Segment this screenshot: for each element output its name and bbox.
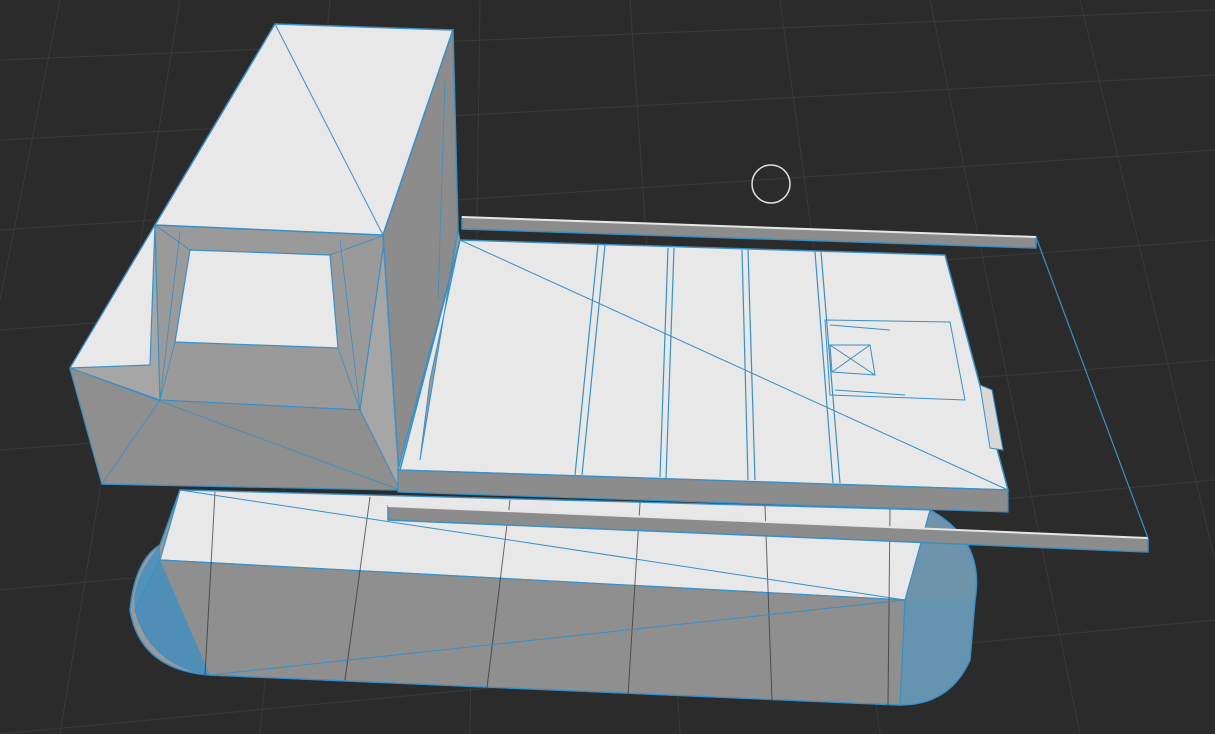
bounding-outline: [1035, 236, 1149, 539]
scene-canvas[interactable]: [0, 0, 1215, 734]
deck-platform: [397, 229, 1009, 513]
circle-cursor-icon: [751, 164, 791, 204]
3d-viewport[interactable]: [0, 0, 1215, 734]
cab-body: [68, 224, 401, 491]
